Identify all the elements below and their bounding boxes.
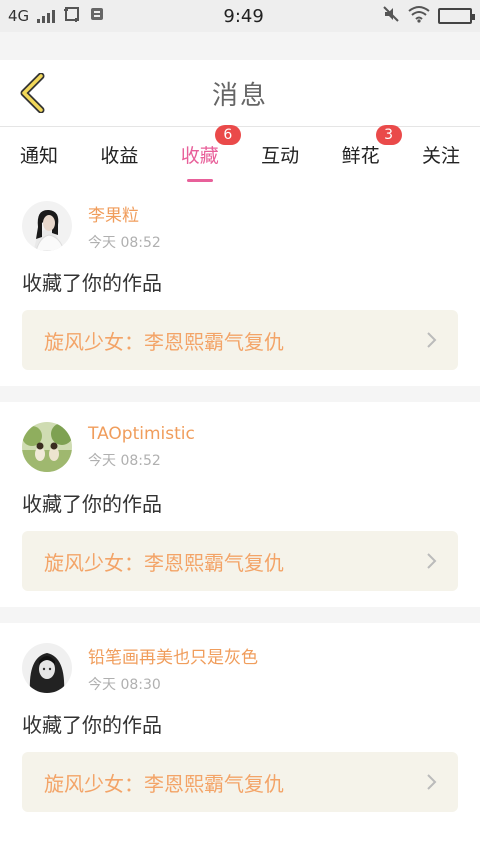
signal-icon (37, 9, 56, 23)
avatar[interactable] (22, 201, 72, 251)
status-right (382, 5, 475, 27)
tab-label: 关注 (421, 144, 460, 167)
mute-icon (382, 5, 400, 27)
work-link[interactable]: 旋风少女：李恩熙霸气复仇 (22, 752, 458, 812)
tab-label: 通知 (20, 144, 59, 167)
message-card: 铅笔画再美也只是灰色 今天 08:30 收藏了你的作品 旋风少女：李恩熙霸气复仇 (0, 623, 480, 828)
timestamp: 今天 08:52 (88, 234, 161, 251)
tab-flowers[interactable]: 鲜花 3 (341, 124, 402, 174)
screenshot-icon (63, 5, 81, 27)
username-link[interactable]: 铅笔画再美也只是灰色 (88, 643, 258, 668)
username-link[interactable]: TAOptimistic (88, 424, 195, 444)
back-arrow-icon (20, 73, 45, 113)
message-card: 李果粒 今天 08:52 收藏了你的作品 旋风少女：李恩熙霸气复仇 (0, 181, 480, 386)
timestamp: 今天 08:52 (88, 453, 161, 469)
unread-badge: 3 (375, 124, 402, 145)
chevron-right-icon (427, 553, 437, 569)
tab-notifications[interactable]: 通知 (20, 135, 58, 174)
message-header: 李果粒 今天 08:52 (22, 197, 458, 255)
tab-label: 互动 (261, 144, 300, 167)
work-title: 旋风少女：李恩熙霸气复仇 (44, 771, 284, 796)
back-button[interactable] (12, 72, 52, 114)
message-meta: TAOptimistic 今天 08:52 (88, 424, 195, 470)
timestamp: 今天 08:30 (88, 676, 161, 693)
unread-badge: 6 (214, 124, 241, 145)
work-link[interactable]: 旋风少女：李恩熙霸气复仇 (22, 310, 458, 370)
tab-label: 鲜花 (341, 144, 380, 167)
network-label: 4G (8, 7, 30, 25)
message-header: TAOptimistic 今天 08:52 (22, 418, 458, 476)
header-spacer (0, 32, 480, 60)
message-header: 铅笔画再美也只是灰色 今天 08:30 (22, 639, 458, 697)
app-notification-icon (89, 6, 105, 26)
clock: 9:49 (223, 5, 264, 27)
username-link[interactable]: 李果粒 (88, 201, 161, 226)
tab-earnings[interactable]: 收益 (100, 135, 138, 174)
action-text: 收藏了你的作品 (22, 271, 162, 295)
work-title: 旋风少女：李恩熙霸气复仇 (44, 550, 284, 575)
wifi-icon (408, 5, 430, 27)
action-text: 收藏了你的作品 (22, 492, 162, 516)
avatar[interactable] (22, 643, 72, 693)
status-bar: 4G 9:49 (0, 0, 480, 32)
tab-interactions[interactable]: 互动 (261, 135, 299, 174)
chevron-right-icon (427, 332, 437, 348)
action-text: 收藏了你的作品 (22, 713, 162, 737)
app-header: 消息 (0, 60, 480, 126)
message-meta: 李果粒 今天 08:52 (88, 201, 161, 252)
message-meta: 铅笔画再美也只是灰色 今天 08:30 (88, 643, 258, 694)
work-title: 旋风少女：李恩熙霸气复仇 (44, 329, 284, 354)
tab-label: 收益 (100, 144, 139, 167)
tab-favorites[interactable]: 收藏 6 (180, 124, 241, 174)
page-title: 消息 (211, 80, 268, 111)
battery-icon (438, 8, 475, 24)
message-card: TAOptimistic 今天 08:52 收藏了你的作品 旋风少女：李恩熙霸气… (0, 402, 480, 607)
tab-following[interactable]: 关注 (422, 135, 460, 174)
status-left: 4G (8, 5, 105, 27)
tab-bar: 通知 收益 收藏 6 互动 鲜花 3 关注 (0, 124, 480, 181)
message-list: 李果粒 今天 08:52 收藏了你的作品 旋风少女：李恩熙霸气复仇 TAOpti… (0, 181, 480, 828)
tab-label: 收藏 (180, 144, 219, 167)
avatar[interactable] (22, 422, 72, 472)
chevron-right-icon (427, 774, 437, 790)
work-link[interactable]: 旋风少女：李恩熙霸气复仇 (22, 531, 458, 591)
